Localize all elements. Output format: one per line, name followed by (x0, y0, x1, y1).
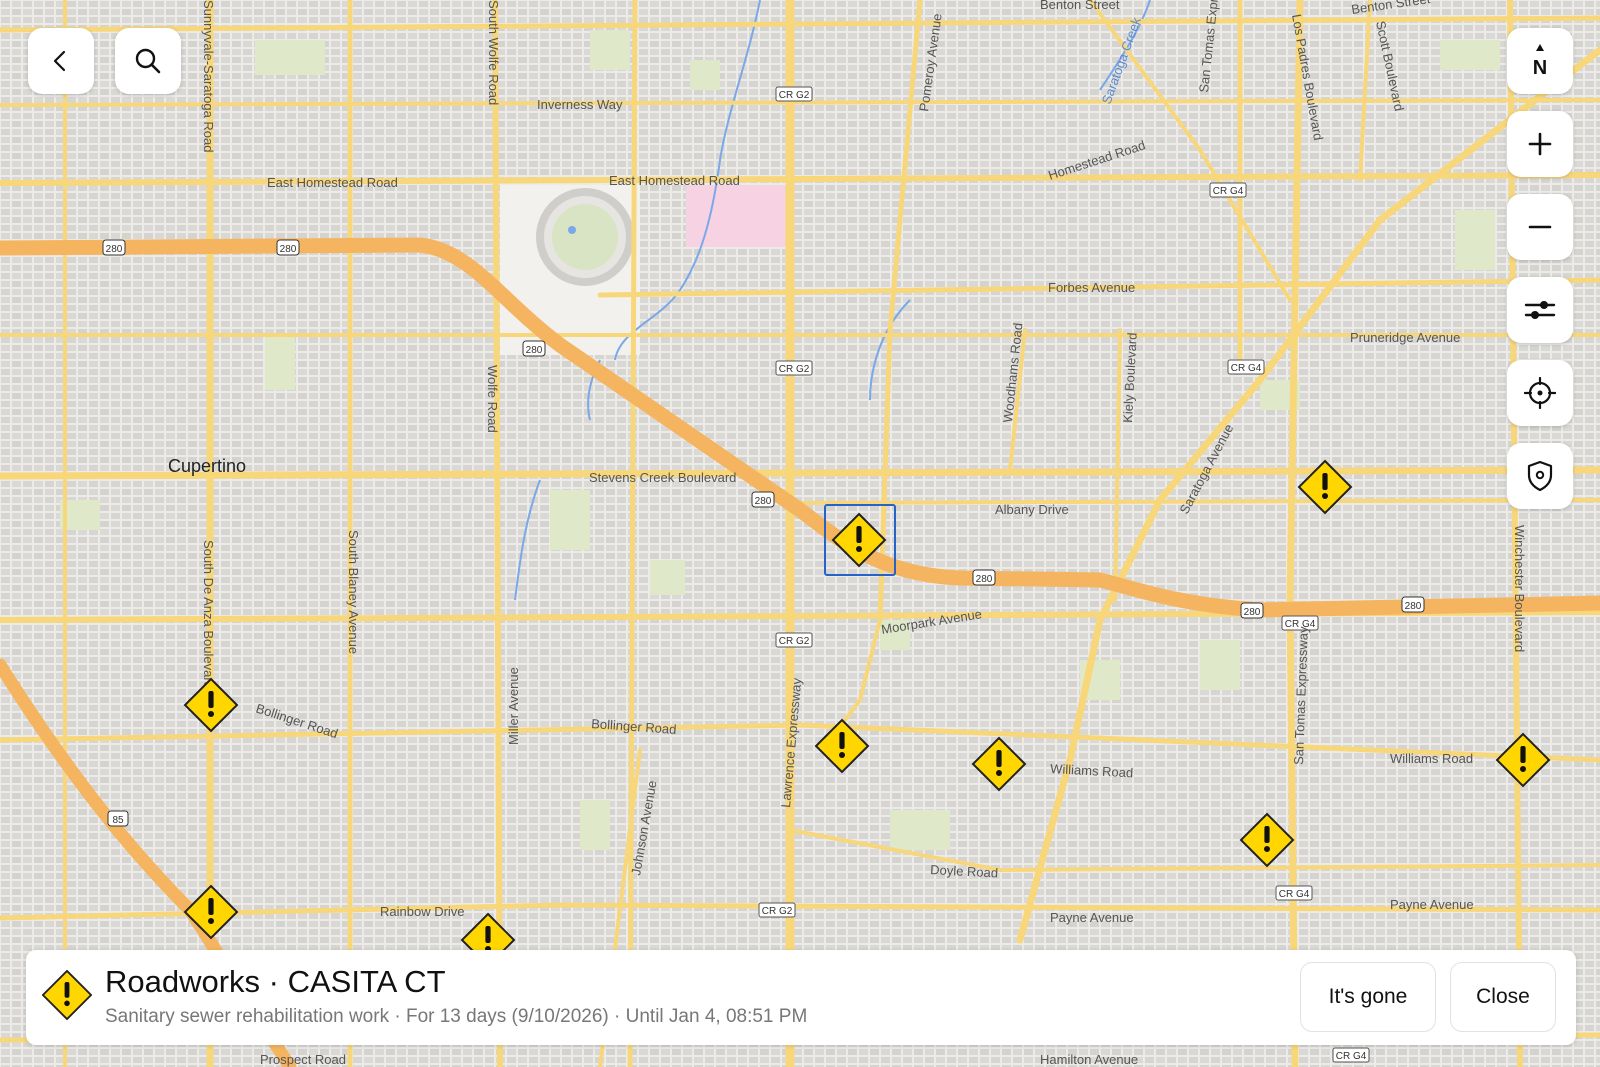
map-canvas[interactable]: 280 280 280 280 280 280 280 85 CR G2 CR … (0, 0, 1600, 1067)
svg-text:280: 280 (755, 496, 772, 507)
shield-85: 85 (107, 810, 129, 827)
shield-cr-g4: CR G4 (1275, 885, 1313, 901)
street-label: Payne Avenue (1390, 897, 1474, 912)
street-label: Forbes Avenue (1048, 280, 1135, 295)
street-label: Albany Drive (995, 502, 1069, 517)
close-button[interactable]: Close (1450, 962, 1556, 1032)
incident-panel: Roadworks · CASITA CT Sanitary sewer reh… (26, 950, 1576, 1045)
street-label: Stevens Creek Boulevard (589, 470, 736, 485)
svg-text:85: 85 (112, 815, 124, 826)
svg-text:280: 280 (106, 244, 123, 255)
shield-cr-g2: CR G2 (775, 86, 813, 102)
shield-280: 280 (102, 239, 126, 256)
street-label: Hamilton Avenue (1040, 1052, 1138, 1067)
svg-text:CR G4: CR G4 (1213, 186, 1244, 197)
svg-text:N: N (1533, 57, 1547, 79)
shield-icon (1527, 460, 1553, 492)
incident-title: Roadworks · CASITA CT (105, 964, 446, 999)
back-button[interactable] (28, 28, 94, 94)
svg-text:280: 280 (1244, 607, 1261, 618)
its-gone-button[interactable]: It's gone (1300, 962, 1436, 1032)
svg-text:CR G4: CR G4 (1336, 1051, 1367, 1062)
svg-text:280: 280 (526, 345, 543, 356)
svg-text:280: 280 (976, 574, 993, 585)
shield-280: 280 (522, 340, 546, 357)
svg-text:280: 280 (1405, 601, 1422, 612)
svg-text:CR G2: CR G2 (779, 636, 810, 647)
street-label: Wolfe Road (485, 365, 500, 433)
minus-icon (1528, 225, 1552, 229)
svg-text:CR G4: CR G4 (1231, 363, 1262, 374)
filters-button[interactable] (1507, 277, 1573, 343)
crosshair-icon (1524, 377, 1556, 409)
svg-text:CR G2: CR G2 (779, 90, 810, 101)
svg-text:CR G2: CR G2 (762, 906, 793, 917)
street-label: Rainbow Drive (380, 904, 465, 919)
street-label: Pruneridge Avenue (1350, 330, 1460, 345)
shield-280: 280 (276, 239, 300, 256)
safety-button[interactable] (1507, 443, 1573, 509)
svg-text:280: 280 (280, 244, 297, 255)
zoom-in-button[interactable] (1507, 111, 1573, 177)
shield-cr-g4: CR G4 (1332, 1047, 1370, 1063)
shield-cr-g2: CR G2 (775, 360, 813, 376)
street-label: Inverness Way (537, 97, 623, 112)
street-label: South Wolfe Road (486, 0, 501, 105)
street-label: Miller Avenue (506, 667, 521, 745)
shield-280: 280 (972, 569, 996, 586)
shield-cr-g2: CR G2 (775, 632, 813, 648)
shield-280: 280 (751, 491, 775, 508)
zoom-out-button[interactable] (1507, 194, 1573, 260)
street-label: Payne Avenue (1050, 910, 1134, 925)
compass-north-icon: N (1533, 44, 1547, 79)
roadworks-warning-icon (42, 970, 92, 1020)
street-label: East Homestead Road (609, 173, 740, 188)
sliders-icon (1524, 301, 1556, 319)
street-label: Winchester Boulevard (1512, 525, 1527, 652)
plus-icon (1528, 132, 1552, 156)
svg-text:CR G4: CR G4 (1279, 889, 1310, 900)
incident-description: Sanitary sewer rehabilitation work · For… (105, 1006, 808, 1027)
street-label: Prospect Road (260, 1052, 346, 1067)
search-button[interactable] (115, 28, 181, 94)
street-label: South Blaney Avenue (346, 530, 361, 654)
search-icon (135, 48, 161, 74)
street-label: Benton Street (1040, 0, 1120, 12)
shield-cr-g4: CR G4 (1227, 359, 1265, 375)
shield-280: 280 (1240, 602, 1264, 619)
shield-cr-g4: CR G4 (1209, 182, 1247, 198)
street-label: East Homestead Road (267, 175, 398, 190)
back-icon (53, 50, 66, 72)
street-label: Sunnyvale-Saratoga Road (201, 0, 216, 153)
svg-text:CR G2: CR G2 (779, 364, 810, 375)
shield-cr-g2: CR G2 (758, 902, 796, 918)
street-label: South De Anza Boulevard (201, 540, 216, 689)
place-label: Cupertino (168, 456, 246, 476)
street-label: Williams Road (1390, 751, 1473, 766)
shield-280: 280 (1401, 596, 1425, 613)
locate-button[interactable] (1507, 360, 1573, 426)
compass-button[interactable]: N (1507, 28, 1573, 94)
